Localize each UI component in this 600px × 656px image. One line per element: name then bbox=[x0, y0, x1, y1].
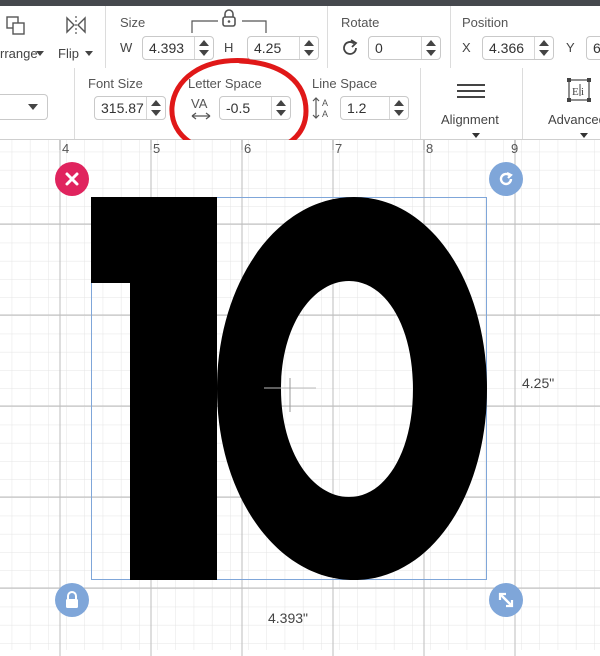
flip-label: Flip bbox=[58, 46, 79, 61]
position-label: Position bbox=[462, 15, 509, 30]
font-size-value: 315.87 bbox=[101, 100, 144, 116]
height-stepper[interactable] bbox=[299, 37, 318, 59]
flip-button[interactable]: Flip bbox=[55, 6, 97, 68]
stepper-up-icon bbox=[276, 100, 286, 106]
advanced-button[interactable]: E i Advanced bbox=[540, 68, 600, 139]
svg-text:i: i bbox=[581, 86, 584, 98]
divider bbox=[74, 68, 75, 139]
line-space-icon: A A bbox=[312, 97, 328, 119]
divider bbox=[105, 6, 106, 68]
font-size-field[interactable]: 315.87 bbox=[94, 96, 166, 120]
svg-text:E: E bbox=[572, 86, 579, 98]
height-prefix: H bbox=[224, 40, 234, 55]
stepper-up-icon bbox=[394, 100, 404, 106]
svg-text:A: A bbox=[322, 109, 328, 119]
svg-text:A: A bbox=[322, 98, 328, 108]
flip-icon bbox=[66, 16, 86, 34]
letter-space-value: -0.5 bbox=[226, 100, 251, 116]
resize-handle[interactable] bbox=[489, 583, 523, 617]
divider bbox=[450, 6, 451, 68]
divider bbox=[522, 68, 523, 139]
edit-toolbar: rrange Flip Size W 4.393 H 4.25 Rotate 0… bbox=[0, 6, 600, 69]
lock-icon bbox=[66, 591, 78, 608]
line-space-value: 1.2 bbox=[347, 100, 367, 116]
rotate-field[interactable]: 0 bbox=[368, 36, 441, 60]
font-size-stepper[interactable] bbox=[146, 97, 165, 119]
letter-space-stepper[interactable] bbox=[271, 97, 290, 119]
alignment-button[interactable]: Alignment bbox=[430, 68, 510, 139]
font-style-dropdown[interactable] bbox=[0, 94, 48, 120]
stepper-down-icon bbox=[199, 50, 209, 56]
stepper-up-icon bbox=[199, 40, 209, 46]
close-icon bbox=[65, 172, 79, 186]
y-prefix: Y bbox=[566, 40, 575, 55]
text-toolbar: Font Size 315.87 Letter Space VA -0.5 Li… bbox=[0, 68, 600, 140]
rotate-label: Rotate bbox=[341, 15, 380, 30]
alignment-label: Alignment bbox=[441, 112, 499, 127]
height-value: 4.25 bbox=[254, 40, 282, 56]
width-stepper[interactable] bbox=[194, 37, 213, 59]
width-dimension-label: 4.393" bbox=[268, 610, 309, 626]
size-label: Size bbox=[120, 15, 146, 30]
stepper-down-icon bbox=[304, 50, 314, 56]
stepper-down-icon bbox=[394, 110, 404, 116]
letter-space-arrows-icon bbox=[191, 112, 211, 120]
x-prefix: X bbox=[462, 40, 471, 55]
divider bbox=[327, 6, 328, 68]
advanced-icon: E i bbox=[567, 78, 591, 102]
ruler-number: 8 bbox=[426, 141, 434, 156]
resize-arrow-icon bbox=[498, 592, 514, 608]
ruler-number: 6 bbox=[244, 141, 252, 156]
center-crosshair bbox=[264, 378, 316, 412]
stepper-up-icon bbox=[539, 40, 549, 46]
arrange-label: rrange bbox=[0, 46, 38, 61]
lock-icon[interactable] bbox=[221, 9, 237, 27]
alignment-caret-icon bbox=[472, 133, 480, 138]
delete-handle[interactable] bbox=[55, 162, 89, 196]
x-position-value: 4.366 bbox=[489, 40, 525, 56]
divider bbox=[420, 68, 421, 139]
letter-space-label: Letter Space bbox=[188, 76, 262, 91]
ruler-number: 4 bbox=[62, 141, 70, 156]
stepper-down-icon bbox=[276, 110, 286, 116]
y-position-value: 6 bbox=[593, 40, 600, 56]
stepper-down-icon bbox=[426, 50, 436, 56]
advanced-caret-icon bbox=[580, 133, 588, 138]
font-size-label: Font Size bbox=[88, 76, 143, 91]
arrange-icon bbox=[6, 16, 25, 35]
line-space-field[interactable]: 1.2 bbox=[340, 96, 409, 120]
width-field[interactable]: 4.393 bbox=[142, 36, 214, 60]
rotate-value: 0 bbox=[375, 40, 383, 56]
align-icon bbox=[457, 84, 485, 98]
ruler-number: 9 bbox=[511, 141, 519, 156]
line-space-label: Line Space bbox=[312, 76, 378, 91]
ruler-number: 5 bbox=[153, 141, 161, 156]
width-prefix: W bbox=[120, 40, 133, 55]
width-value: 4.393 bbox=[149, 40, 185, 56]
rotate-icon bbox=[343, 39, 358, 55]
stepper-down-icon bbox=[151, 110, 161, 116]
letter-space-field[interactable]: -0.5 bbox=[219, 96, 291, 120]
stepper-up-icon bbox=[304, 40, 314, 46]
rotate-arrow-icon bbox=[499, 172, 513, 186]
chevron-down-icon bbox=[28, 104, 38, 110]
rotate-handle[interactable] bbox=[489, 162, 523, 196]
x-position-stepper[interactable] bbox=[534, 37, 553, 59]
arrange-caret-icon bbox=[36, 51, 44, 56]
stepper-down-icon bbox=[539, 50, 549, 56]
lock-handle[interactable] bbox=[55, 583, 89, 617]
height-dimension-label: 4.25" bbox=[522, 375, 555, 391]
x-position-field[interactable]: 4.366 bbox=[482, 36, 554, 60]
stepper-up-icon bbox=[151, 100, 161, 106]
height-field[interactable]: 4.25 bbox=[247, 36, 319, 60]
ruler-number: 7 bbox=[335, 141, 343, 156]
stepper-up-icon bbox=[426, 40, 436, 46]
line-space-stepper[interactable] bbox=[389, 97, 408, 119]
flip-caret-icon bbox=[85, 51, 93, 56]
arrange-button[interactable]: rrange bbox=[0, 6, 47, 68]
advanced-label: Advanced bbox=[548, 112, 600, 127]
letter-space-icon: VA bbox=[191, 96, 208, 111]
rotate-stepper[interactable] bbox=[421, 37, 440, 59]
y-position-field[interactable]: 6 bbox=[586, 36, 600, 60]
